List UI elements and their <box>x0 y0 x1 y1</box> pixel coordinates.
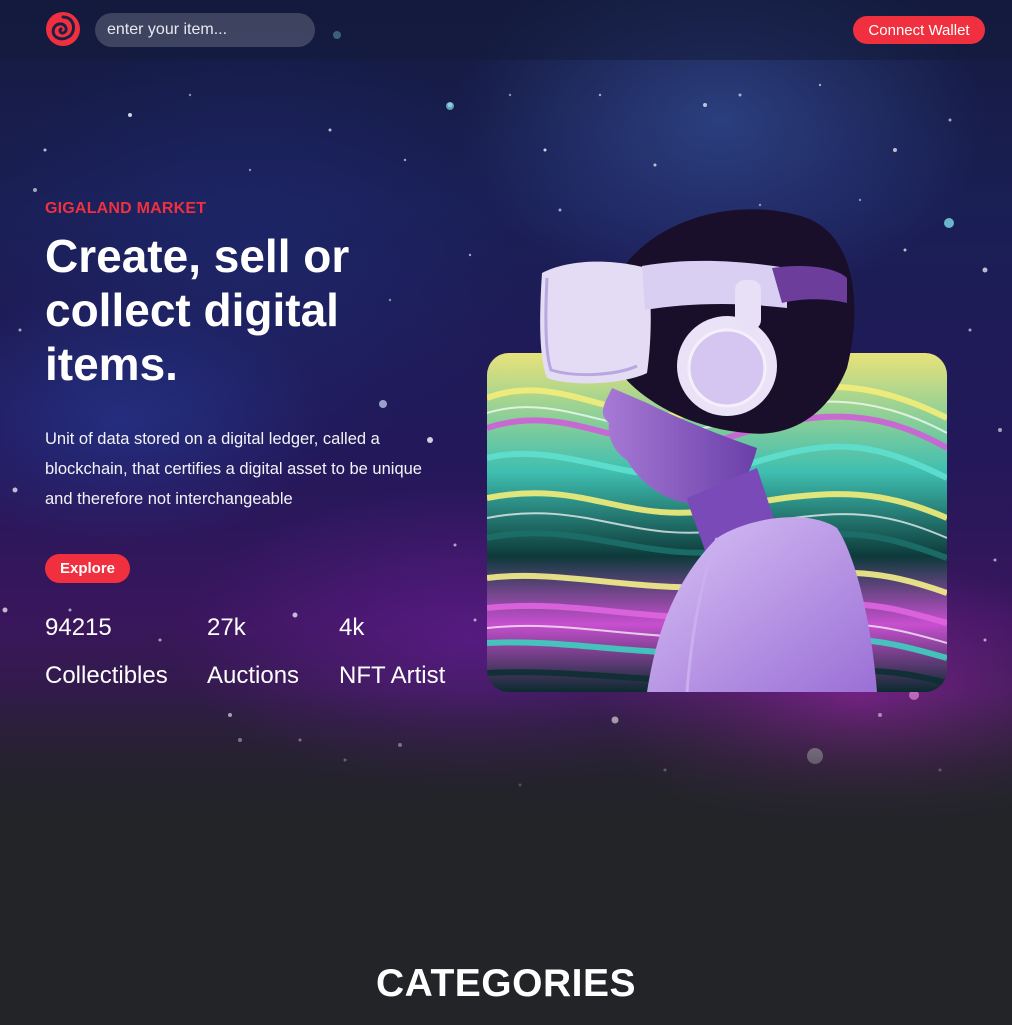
hero-vr-artwork-image <box>487 209 947 692</box>
stat-artists-label: NFT Artist <box>339 662 446 689</box>
spiral-logo-icon[interactable] <box>44 10 82 48</box>
categories-heading: CATEGORIES <box>376 962 636 1005</box>
top-navbar: Connect Wallet <box>0 0 1012 60</box>
hero-headline: Create, sell or collect digital items. <box>45 230 350 390</box>
search-input[interactable] <box>95 13 315 47</box>
stat-artists-value: 4k <box>339 614 365 641</box>
stat-collectibles-label: Collectibles <box>45 662 168 689</box>
hero-eyebrow: GIGALAND MARKET <box>45 200 207 217</box>
hero-description: Unit of data stored on a digital ledger,… <box>45 430 422 508</box>
stat-auctions-value: 27k <box>207 614 246 641</box>
explore-button[interactable]: Explore <box>45 554 130 583</box>
connect-wallet-button[interactable]: Connect Wallet <box>853 16 985 44</box>
stat-collectibles-value: 94215 <box>45 614 112 641</box>
stat-auctions-label: Auctions <box>207 662 300 689</box>
